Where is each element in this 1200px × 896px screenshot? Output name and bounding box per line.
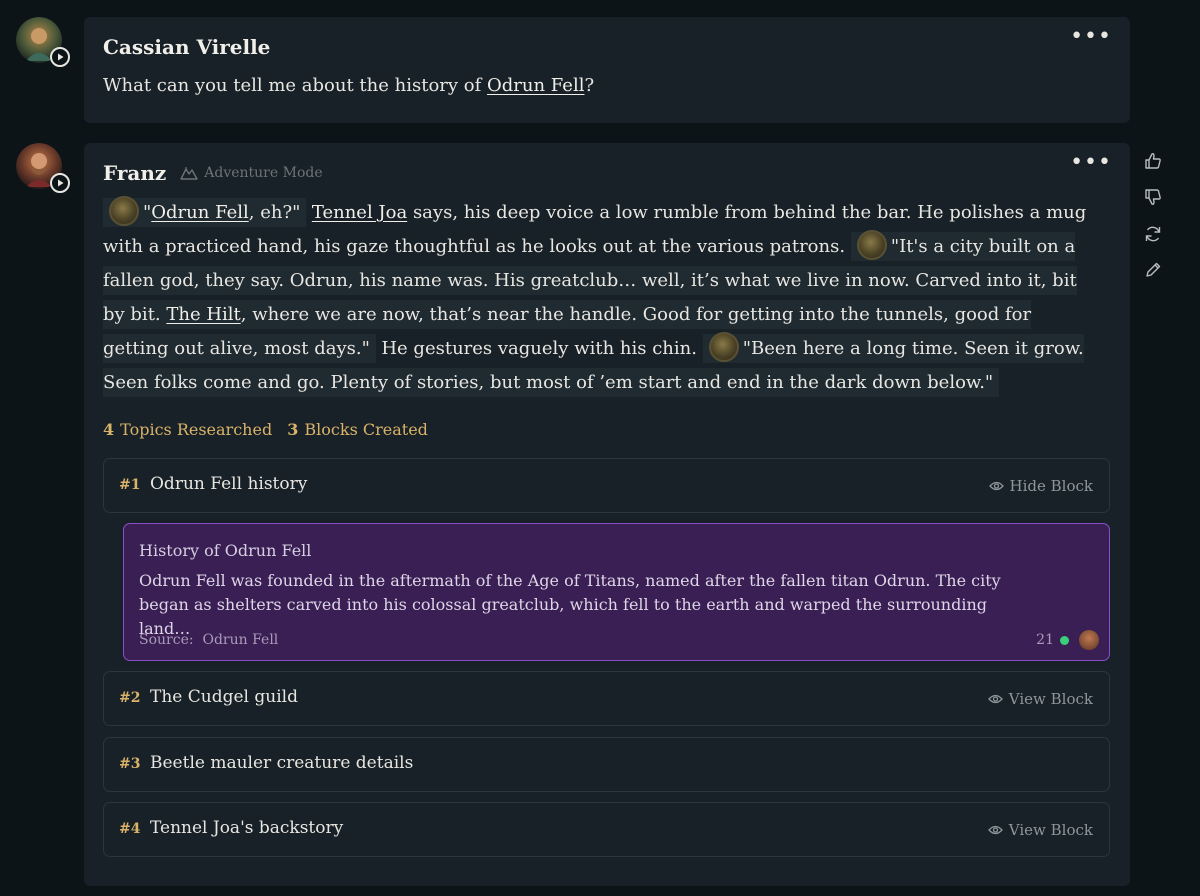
assistant-avatar[interactable] — [16, 143, 70, 193]
user-message-prefix: What can you tell me about the history o… — [103, 75, 488, 96]
expanded-block-content: History of Odrun Fell Odrun Fell was fou… — [123, 523, 1110, 661]
assistant-name: Franz — [103, 161, 167, 185]
author-avatar[interactable] — [1079, 630, 1099, 650]
eye-icon — [987, 694, 1003, 704]
speaker-token-icon[interactable] — [109, 196, 139, 226]
block-row[interactable]: #3 Beetle mauler creature details — [103, 737, 1110, 792]
user-message-text: What can you tell me about the history o… — [103, 75, 594, 96]
blocks-count: 3 — [287, 420, 299, 439]
play-icon[interactable] — [50, 173, 70, 193]
block-row[interactable]: #2 The Cudgel guild View Block — [103, 671, 1110, 726]
user-name: Cassian Virelle — [103, 35, 271, 59]
source-value[interactable]: Odrun Fell — [202, 632, 278, 648]
block-title: Tennel Joa's backstory — [150, 818, 344, 838]
block-row[interactable]: #1 Odrun Fell history Hide Block — [103, 458, 1110, 513]
story-quote-1: "Odrun Fell, eh?" — [103, 196, 307, 227]
regenerate-icon[interactable] — [1143, 224, 1163, 244]
story-narration-2: He gestures vaguely with his chin. — [375, 338, 697, 359]
tennel-joa-link[interactable]: Tennel Joa — [312, 202, 407, 223]
odrun-fell-link[interactable]: Odrun Fell — [151, 202, 248, 223]
hide-block-label: Hide Block — [1009, 477, 1093, 495]
topics-label: Topics Researched — [120, 420, 273, 439]
block-number: #3 — [119, 756, 141, 772]
eye-icon — [988, 481, 1004, 491]
thumbs-up-icon[interactable] — [1143, 151, 1163, 171]
expanded-block-body: Odrun Fell was founded in the aftermath … — [139, 571, 1001, 638]
adventure-mode-label: Adventure Mode — [204, 165, 323, 181]
hide-block-button[interactable]: Hide Block — [988, 477, 1093, 495]
adventure-mode-icon — [180, 167, 198, 180]
block-title: The Cudgel guild — [150, 687, 298, 707]
assistant-header: Franz Adventure Mode — [103, 161, 323, 185]
play-icon[interactable] — [50, 47, 70, 67]
block-title: Beetle mauler creature details — [150, 753, 414, 773]
status-dot — [1060, 635, 1069, 645]
block-number: #4 — [119, 821, 141, 837]
user-message-suffix: ? — [584, 75, 595, 96]
research-stats: 4 Topics Researched 3 Blocks Created — [103, 420, 428, 439]
usage-count: 21 — [1036, 632, 1054, 648]
expanded-block-source: Source: Odrun Fell — [139, 632, 278, 648]
view-block-button[interactable]: View Block — [987, 690, 1093, 708]
user-avatar[interactable] — [16, 17, 70, 67]
thumbs-down-icon[interactable] — [1143, 187, 1163, 207]
block-number: #2 — [119, 690, 141, 706]
user-message-card: ••• Cassian Virelle What can you tell me… — [84, 17, 1130, 123]
block-number: #1 — [119, 477, 141, 493]
speaker-token-icon[interactable] — [856, 230, 887, 260]
topics-count: 4 — [103, 420, 115, 439]
view-block-label: View Block — [1008, 690, 1093, 708]
more-icon[interactable]: ••• — [1070, 152, 1112, 174]
adventure-mode-badge: Adventure Mode — [180, 165, 323, 181]
view-block-label: View Block — [1008, 821, 1093, 839]
source-label: Source: — [139, 632, 194, 648]
expanded-block-title: History of Odrun Fell — [139, 541, 312, 560]
story-quote-1-rest: , eh?" — [248, 202, 301, 223]
speaker-token-icon[interactable] — [708, 332, 739, 362]
edit-icon[interactable] — [1143, 260, 1163, 280]
block-usage-count: 21 — [1036, 632, 1069, 648]
odrun-fell-link[interactable]: Odrun Fell — [487, 75, 584, 96]
eye-icon — [987, 825, 1003, 835]
the-hilt-link[interactable]: The Hilt — [166, 304, 240, 325]
block-title: Odrun Fell history — [150, 474, 308, 494]
blocks-label: Blocks Created — [304, 420, 428, 439]
assistant-story: "Odrun Fell, eh?" Tennel Joa says, his d… — [103, 196, 1093, 400]
block-row[interactable]: #4 Tennel Joa's backstory View Block — [103, 802, 1110, 857]
view-block-button[interactable]: View Block — [987, 821, 1093, 839]
more-icon[interactable]: ••• — [1070, 26, 1112, 48]
